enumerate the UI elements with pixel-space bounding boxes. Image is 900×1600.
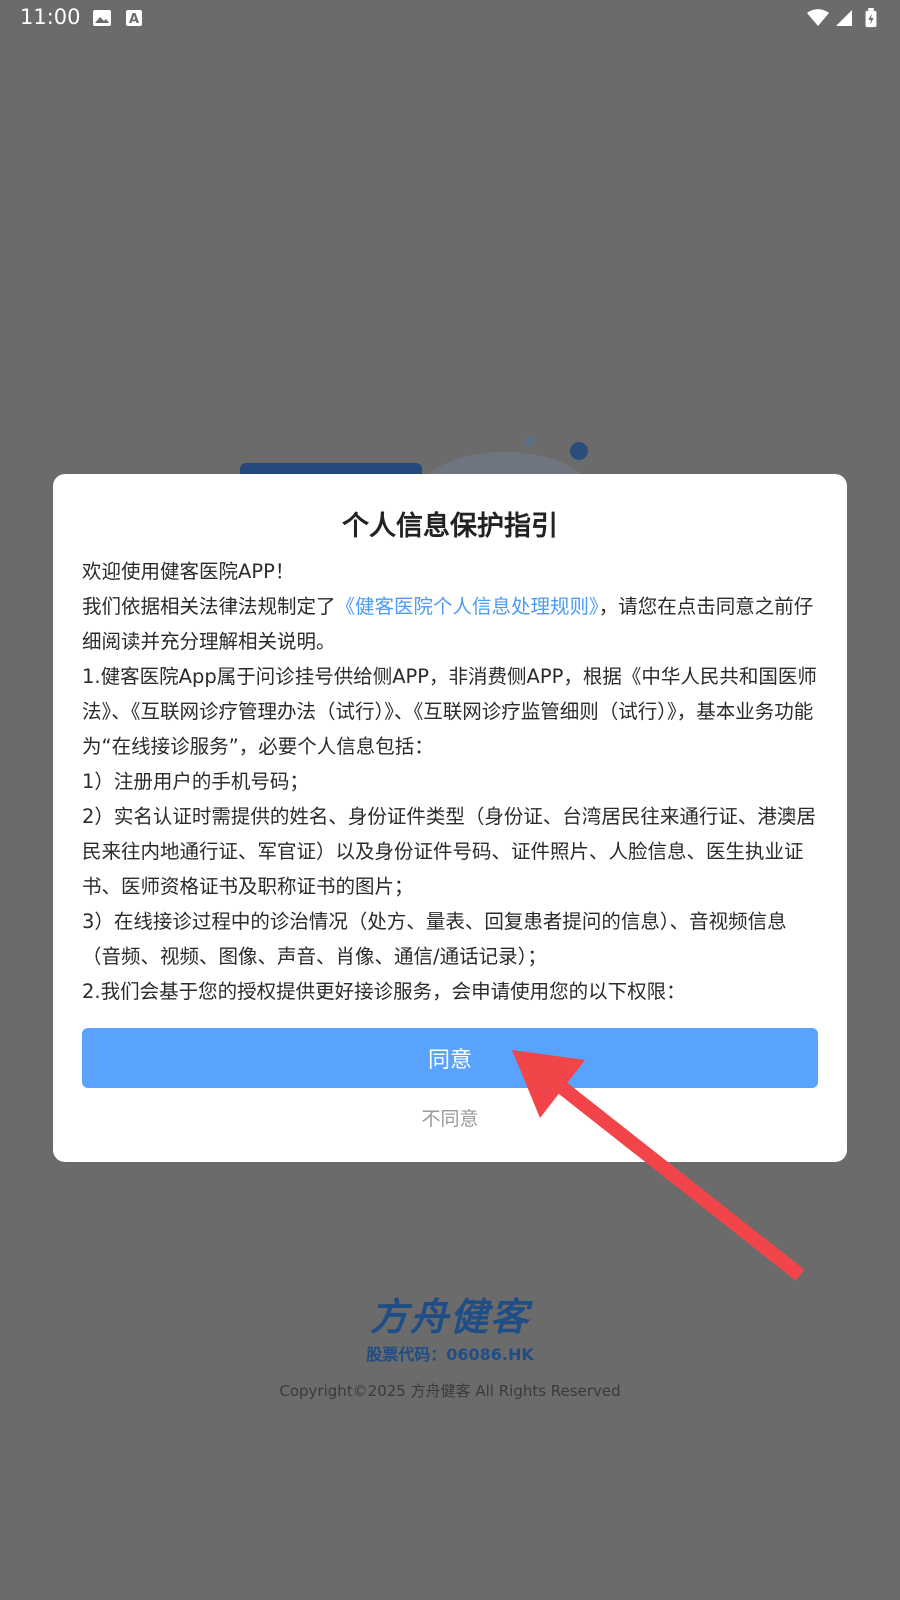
welcome-text: 欢迎使用健客医院APP！: [82, 560, 295, 583]
policy-item-1-1: 1）注册用户的手机号码；: [82, 770, 309, 793]
status-time: 11:00: [20, 5, 81, 29]
policy-item-1-2: 2）实名认证时需提供的姓名、身份证件类型（身份证、台湾居民往来通行证、港澳居民来…: [82, 805, 816, 898]
brand-logo: 方舟健客: [369, 1295, 530, 1339]
policy-item-1: 1.健客医院App属于问诊挂号供给侧APP，非消费侧APP，根据《中华人民共和国…: [82, 665, 817, 758]
screen: 11:00 A 个人信息保护指引 欢迎使用健客医院APP！ 我们依据相关法律法规…: [0, 0, 900, 1600]
svg-text:A: A: [129, 12, 139, 27]
stock-code: 股票代码：06086.HK: [366, 1345, 534, 1364]
signal-icon: [836, 10, 852, 26]
copyright-text: Copyright©2025 方舟健客 All Rights Reserved: [279, 1382, 621, 1400]
dialog-body: 欢迎使用健客医院APP！ 我们依据相关法律法规制定了《健客医院个人信息处理规则》…: [82, 554, 822, 1009]
intro-before-link: 我们依据相关法律法规制定了: [82, 595, 336, 618]
agree-button[interactable]: 同意: [82, 1028, 818, 1088]
intro-paragraph: 我们依据相关法律法规制定了《健客医院个人信息处理规则》，请您在点击同意之前仔细阅…: [82, 589, 822, 659]
splash-dot-big: [570, 442, 588, 460]
wifi-icon: [807, 9, 829, 26]
dialog-title: 个人信息保护指引: [342, 511, 558, 542]
privacy-dialog: 个人信息保护指引 欢迎使用健客医院APP！ 我们依据相关法律法规制定了《健客医院…: [53, 474, 847, 1162]
text-a-icon: A: [126, 10, 142, 27]
image-icon: [93, 10, 111, 26]
battery-icon: [865, 8, 877, 28]
status-bar: 11:00 A: [0, 0, 900, 36]
policy-item-1-3: 3）在线接诊过程中的诊治情况（处方、量表、回复患者提问的信息）、音视频信息（音频…: [82, 910, 787, 968]
disagree-button[interactable]: 不同意: [53, 1104, 847, 1131]
splash-dot-small: [525, 437, 534, 446]
policy-item-2: 2.我们会基于您的授权提供更好接诊服务，会申请使用您的以下权限：: [82, 980, 686, 1003]
privacy-policy-link[interactable]: 《健客医院个人信息处理规则》: [336, 595, 599, 618]
